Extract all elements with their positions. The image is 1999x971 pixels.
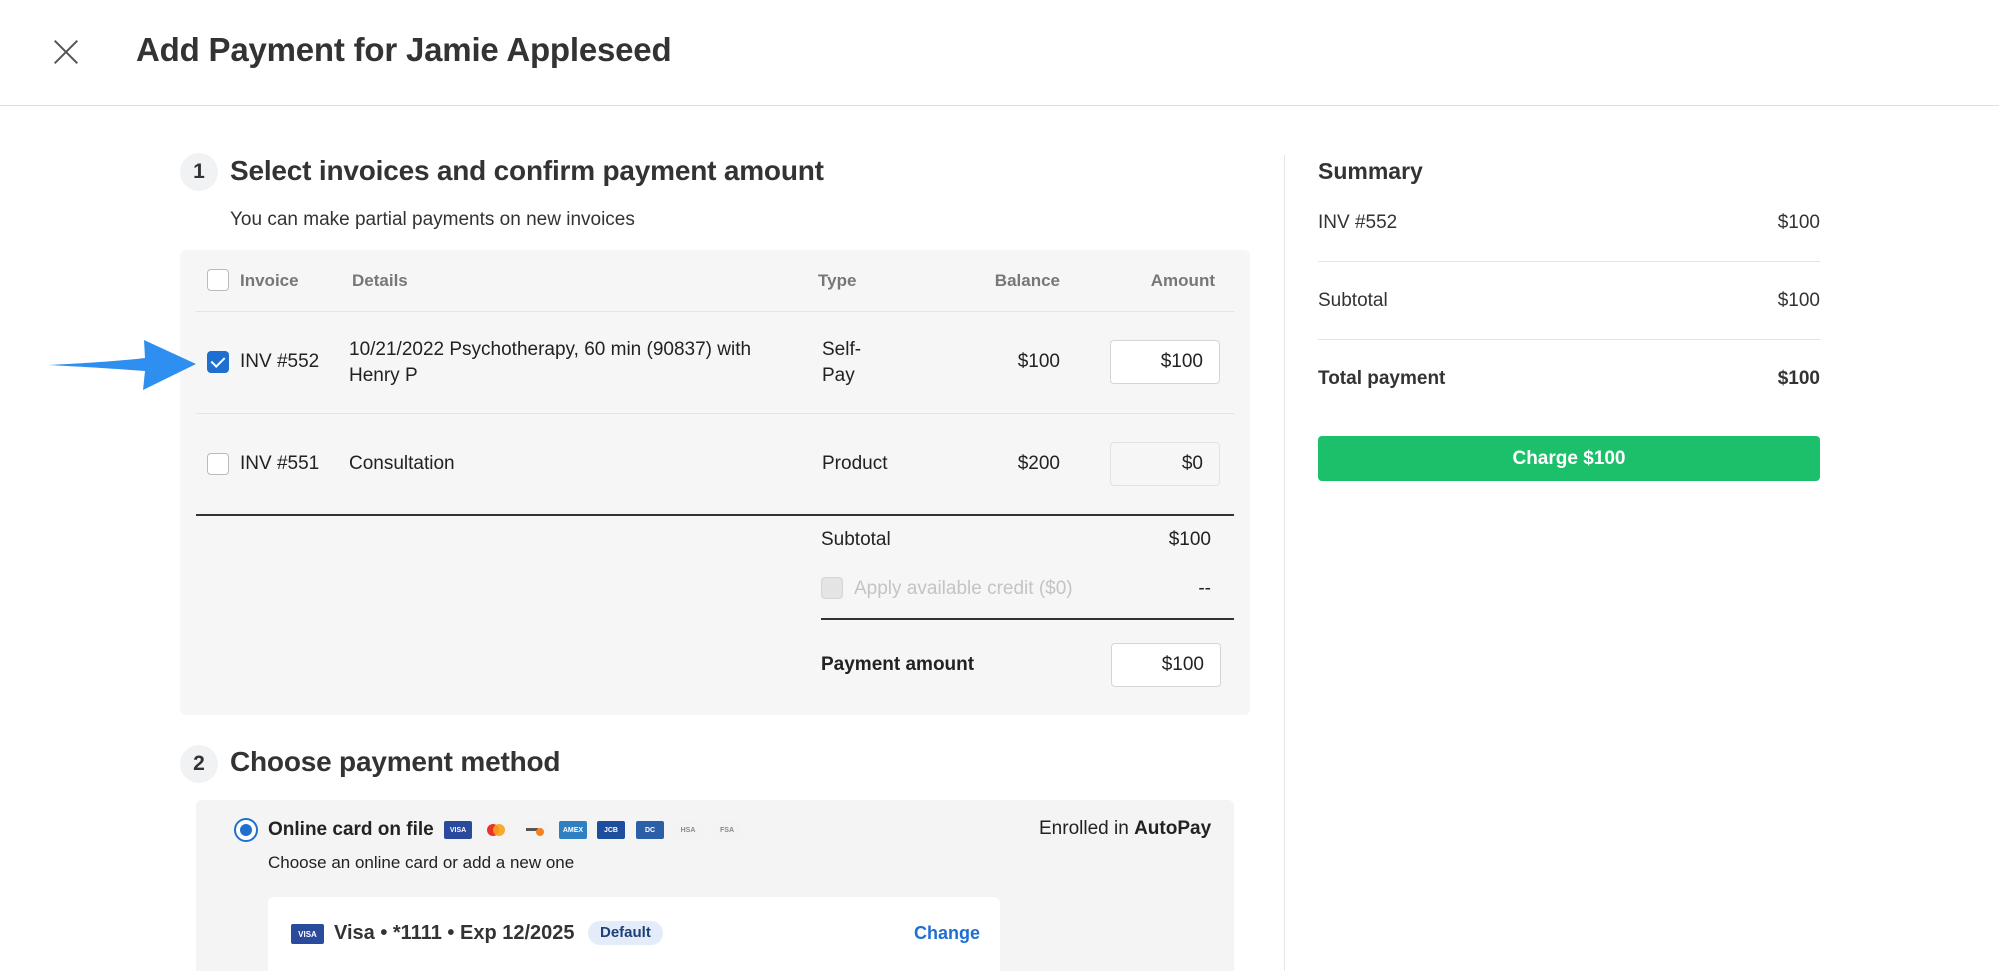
invoice-number: INV #551 <box>240 453 320 474</box>
amex-logo-icon: AMEX <box>559 821 587 839</box>
column-header-details: Details <box>352 271 408 290</box>
hsa-logo-icon: HSA <box>674 821 702 839</box>
invoice-551-checkbox[interactable] <box>207 453 229 475</box>
invoice-type-line2: Pay <box>822 365 855 386</box>
invoice-table <box>180 250 1250 715</box>
subtotal-value: $100 <box>1168 529 1211 550</box>
step-1-subtitle: You can make partial payments on new inv… <box>230 209 635 230</box>
credit-value: -- <box>1198 578 1211 599</box>
default-badge: Default <box>588 921 663 945</box>
payment-amount-label: Payment amount <box>821 654 975 675</box>
page-title: Add Payment for Jamie Appleseed <box>136 31 672 68</box>
summary-subtotal-label: Subtotal <box>1318 290 1388 311</box>
summary-divider <box>1318 261 1820 262</box>
summary-line-item: INV #552 $100 <box>1318 212 1820 234</box>
step-2-title: Choose payment method <box>230 746 561 777</box>
totals-divider <box>196 514 1234 516</box>
invoice-balance: $200 <box>1017 453 1060 474</box>
autopay-value: AutoPay <box>1134 818 1212 839</box>
diners-logo-icon: DC <box>636 821 664 839</box>
invoice-number: INV #552 <box>240 351 320 372</box>
summary-subtotal-value: $100 <box>1777 290 1820 311</box>
summary-total-label: Total payment <box>1318 368 1446 389</box>
fsa-logo-icon: FSA <box>713 821 741 839</box>
charge-button[interactable]: Charge $100 <box>1318 436 1820 481</box>
header-divider <box>196 311 1234 312</box>
invoice-details-line1: 10/21/2022 Psychotherapy, 60 min (90837)… <box>349 339 752 360</box>
select-all-checkbox[interactable] <box>207 269 229 291</box>
invoice-type: Product <box>822 453 888 474</box>
step-1-title: Select invoices and confirm payment amou… <box>230 155 824 186</box>
step-2-number: 2 <box>180 745 218 783</box>
saved-card-text: Visa • *1111 • Exp 12/2025 <box>334 922 575 944</box>
summary-total: Total payment $100 <box>1318 368 1820 390</box>
autopay-status: Enrolled in AutoPay <box>1039 816 1211 842</box>
modal-header: Add Payment for Jamie Appleseed <box>0 0 1999 106</box>
summary-line-item-value: $100 <box>1777 212 1820 233</box>
invoice-552-amount-input[interactable] <box>1110 340 1220 384</box>
payment-divider <box>821 618 1234 620</box>
online-card-label: Online card on file <box>268 819 434 840</box>
subtotal-label: Subtotal <box>821 529 891 550</box>
summary-total-value: $100 <box>1777 368 1820 389</box>
change-card-link[interactable]: Change <box>914 923 980 944</box>
payment-amount-input[interactable] <box>1111 643 1221 687</box>
jcb-logo-icon: JCB <box>597 821 625 839</box>
summary-title: Summary <box>1318 158 1423 184</box>
invoice-type-line1: Self- <box>822 339 862 360</box>
column-header-balance: Balance <box>994 271 1060 290</box>
apply-credit-label: Apply available credit ($0) <box>854 578 1073 599</box>
mastercard-logo-icon <box>482 821 510 839</box>
invoice-552-checkbox[interactable] <box>207 351 229 373</box>
visa-card-icon: VISA <box>291 924 324 944</box>
column-header-amount: Amount <box>1150 271 1215 290</box>
invoice-details: Consultation <box>349 453 455 474</box>
online-card-radio[interactable] <box>234 818 258 842</box>
visa-logo-icon: VISA <box>444 821 472 839</box>
invoice-551-amount-input[interactable] <box>1110 442 1220 486</box>
apply-credit-checkbox[interactable] <box>821 577 843 599</box>
summary-subtotal: Subtotal $100 <box>1318 290 1820 312</box>
column-header-type: Type <box>818 271 857 290</box>
step-1-number: 1 <box>180 153 218 191</box>
invoice-details-line2: Henry P <box>349 365 418 386</box>
arrow-pointer-icon <box>48 340 196 390</box>
summary-divider <box>1318 339 1820 340</box>
autopay-prefix: Enrolled in <box>1039 818 1129 839</box>
column-header-invoice: Invoice <box>240 271 299 290</box>
online-card-subtitle: Choose an online card or add a new one <box>268 853 575 872</box>
column-divider <box>1284 155 1285 971</box>
discover-logo-icon <box>521 821 549 839</box>
close-icon[interactable] <box>48 34 84 70</box>
row-divider <box>196 413 1234 414</box>
invoice-balance: $100 <box>1017 351 1060 372</box>
summary-line-item-label: INV #552 <box>1318 212 1398 233</box>
